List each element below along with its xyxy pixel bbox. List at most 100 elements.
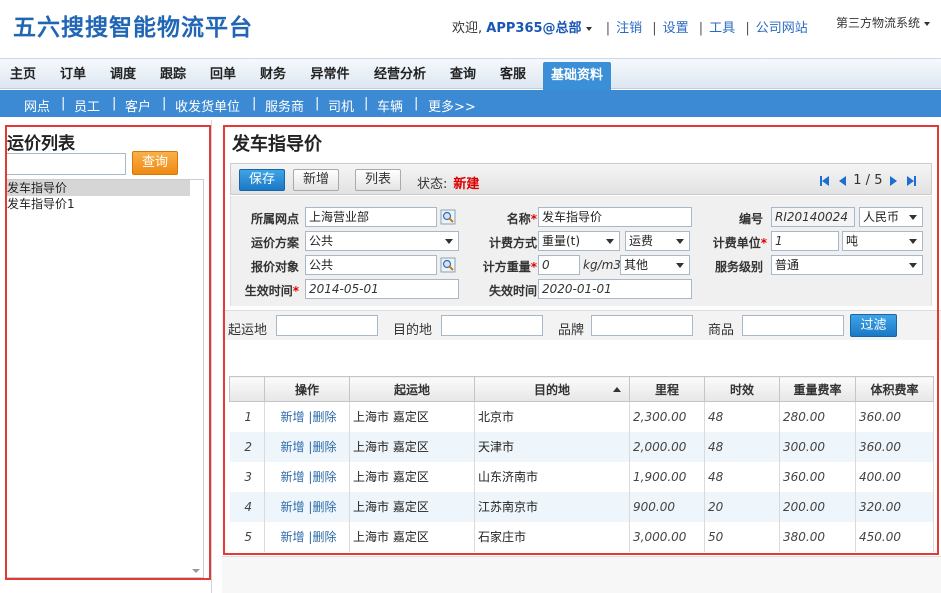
nav-home[interactable]: 主页 — [6, 59, 40, 90]
brand-filter-label: 品牌 — [558, 323, 585, 338]
row-add-link[interactable]: 新增 — [281, 500, 305, 514]
table-header-row: 操作 起运地 目的地 里程 时效 重量费率 体积费率 — [229, 376, 934, 402]
row-delete-link[interactable]: 删除 — [312, 500, 336, 514]
list-item[interactable]: 发车指导价 — [6, 180, 203, 196]
subnav-drivers[interactable]: 司机 — [328, 96, 354, 115]
brand-filter-input[interactable] — [591, 315, 693, 336]
quote-target-label: 报价对象 — [250, 260, 299, 274]
company-site-link[interactable]: 公司网站 — [756, 21, 808, 36]
billing-unit-select[interactable]: 吨 — [842, 231, 923, 251]
scrollbar[interactable] — [190, 180, 203, 577]
product-filter-input[interactable] — [742, 315, 844, 336]
row-delete-link[interactable]: 删除 — [312, 470, 336, 484]
nav-basic-data[interactable]: 基础资料 — [543, 62, 611, 90]
logout-link[interactable]: 注销 — [616, 21, 642, 36]
name-field[interactable]: 发车指导价 — [538, 207, 692, 227]
header: 五六搜搜智能物流平台 欢迎, APP365@总部 | 注销 | 设置 | 工具 | 公司… — [0, 0, 941, 58]
table-row[interactable]: 2 新增 |删除 上海市 嘉定区 天津市 2,000.00 48 300.00 360.00 — [229, 431, 934, 462]
save-button[interactable]: 保存 — [239, 169, 285, 191]
billing-item-select[interactable]: 运费 — [625, 231, 690, 251]
rate-search-input[interactable] — [6, 153, 126, 175]
branch-field[interactable]: 上海营业部 — [305, 207, 437, 227]
table-row[interactable]: 4 新增 |删除 上海市 嘉定区 江苏南京市 900.00 20 200.00 320.00 — [229, 491, 934, 522]
subnav-staff[interactable]: 员工 — [74, 96, 100, 115]
nav-dispatch[interactable]: 调度 — [105, 59, 141, 90]
nav-analysis[interactable]: 经营分析 — [369, 59, 431, 90]
settings-link[interactable]: 设置 — [663, 21, 689, 36]
expire-date-field[interactable]: 2020-01-01 — [538, 279, 692, 299]
column-header-volume-rate[interactable]: 体积费率 — [855, 376, 934, 402]
subnav-more[interactable]: 更多>> — [428, 96, 476, 115]
table-row[interactable]: 3 新增 |删除 上海市 嘉定区 山东济南市 1,900.00 48 360.00 400.0… — [229, 461, 934, 492]
effective-date-field[interactable]: 2014-05-01 — [305, 279, 459, 299]
list-item[interactable]: 发车指导价1 — [6, 196, 203, 212]
weight-field[interactable]: 0 — [538, 255, 580, 275]
tools-link[interactable]: 工具 — [709, 21, 735, 36]
column-header-dest[interactable]: 目的地 — [474, 376, 630, 402]
subnav-branches[interactable]: 网点 — [24, 96, 50, 115]
user-menu[interactable]: APP365@总部 — [486, 21, 581, 36]
nav-tracking[interactable]: 跟踪 — [155, 59, 191, 90]
row-index: 3 — [229, 461, 265, 492]
code-label: 编号 — [738, 212, 763, 226]
currency-select[interactable]: 人民币 — [859, 207, 923, 227]
table-row[interactable]: 1 新增 |删除 上海市 嘉定区 北京市 2,300.00 48 280.00 360.00 — [229, 401, 934, 432]
new-button[interactable]: 新增 — [293, 169, 339, 191]
weight-other-select[interactable]: 其他 — [620, 255, 690, 275]
cell-distance: 2,000.00 — [629, 431, 705, 462]
subnav-customers[interactable]: 客户 — [125, 96, 151, 115]
billing-unit-value[interactable]: 1 — [771, 231, 839, 251]
chevron-down-icon[interactable] — [585, 26, 592, 31]
row-delete-link[interactable]: 删除 — [312, 530, 336, 544]
service-level-select[interactable]: 普通 — [771, 255, 923, 275]
query-button[interactable]: 查询 — [132, 151, 178, 175]
expire-label: 失效时间 — [488, 284, 537, 298]
prev-page-icon[interactable] — [839, 175, 847, 186]
filter-button[interactable]: 过滤 — [850, 314, 897, 337]
nav-orders[interactable]: 订单 — [55, 59, 91, 90]
row-actions: 新增 |删除 — [264, 431, 350, 462]
origin-filter-input[interactable] — [276, 315, 378, 336]
scheme-select[interactable]: 公共 — [305, 231, 459, 251]
nav-query[interactable]: 查询 — [445, 59, 481, 90]
row-delete-link[interactable]: 删除 — [312, 440, 336, 454]
row-add-link[interactable]: 新增 — [281, 410, 305, 424]
row-add-link[interactable]: 新增 — [281, 470, 305, 484]
column-header-weight-rate[interactable]: 重量费率 — [779, 376, 856, 402]
billing-unit-label: 计费单位* — [712, 236, 767, 250]
search-icon[interactable] — [440, 209, 456, 225]
first-page-icon[interactable] — [820, 173, 829, 188]
subnav-shippers[interactable]: 收发货单位 — [175, 96, 240, 115]
row-add-link[interactable]: 新增 — [281, 440, 305, 454]
column-header-time[interactable]: 时效 — [704, 376, 780, 402]
list-button[interactable]: 列表 — [355, 169, 401, 191]
cell-time: 48 — [704, 401, 780, 432]
quote-target-field[interactable]: 公共 — [305, 255, 437, 275]
search-icon[interactable] — [440, 257, 456, 273]
nav-finance[interactable]: 财务 — [255, 59, 291, 90]
row-actions: 新增 |删除 — [264, 461, 350, 492]
column-header-distance[interactable]: 里程 — [629, 376, 705, 402]
row-delete-link[interactable]: 删除 — [312, 410, 336, 424]
cell-dest: 石家庄市 — [474, 521, 630, 552]
row-add-link[interactable]: 新增 — [281, 530, 305, 544]
nav-receipt[interactable]: 回单 — [205, 59, 241, 90]
cell-dest: 江苏南京市 — [474, 491, 630, 522]
table-row[interactable]: 5 新增 |删除 上海市 嘉定区 石家庄市 3,000.00 50 380.00 450.00 — [229, 521, 934, 552]
nav-exceptions[interactable]: 异常件 — [305, 59, 355, 90]
column-header-origin[interactable]: 起运地 — [349, 376, 475, 402]
last-page-icon[interactable] — [906, 173, 916, 188]
system-switcher[interactable]: 第三方物流系统 — [836, 14, 934, 31]
dest-filter-input[interactable] — [441, 315, 543, 336]
subnav-vehicles[interactable]: 车辆 — [377, 96, 403, 115]
subnav-providers[interactable]: 服务商 — [265, 96, 304, 115]
nav-service[interactable]: 客服 — [495, 59, 531, 90]
next-page-icon[interactable] — [889, 175, 897, 186]
cell-weight-rate: 200.00 — [779, 491, 856, 522]
cell-distance: 1,900.00 — [629, 461, 705, 492]
cell-weight-rate: 300.00 — [779, 431, 856, 462]
cell-dest: 北京市 — [474, 401, 630, 432]
billing-mode-select[interactable]: 重量(t) — [538, 231, 620, 251]
welcome-text: 欢迎, — [452, 21, 483, 36]
scroll-down-icon[interactable] — [192, 569, 200, 573]
